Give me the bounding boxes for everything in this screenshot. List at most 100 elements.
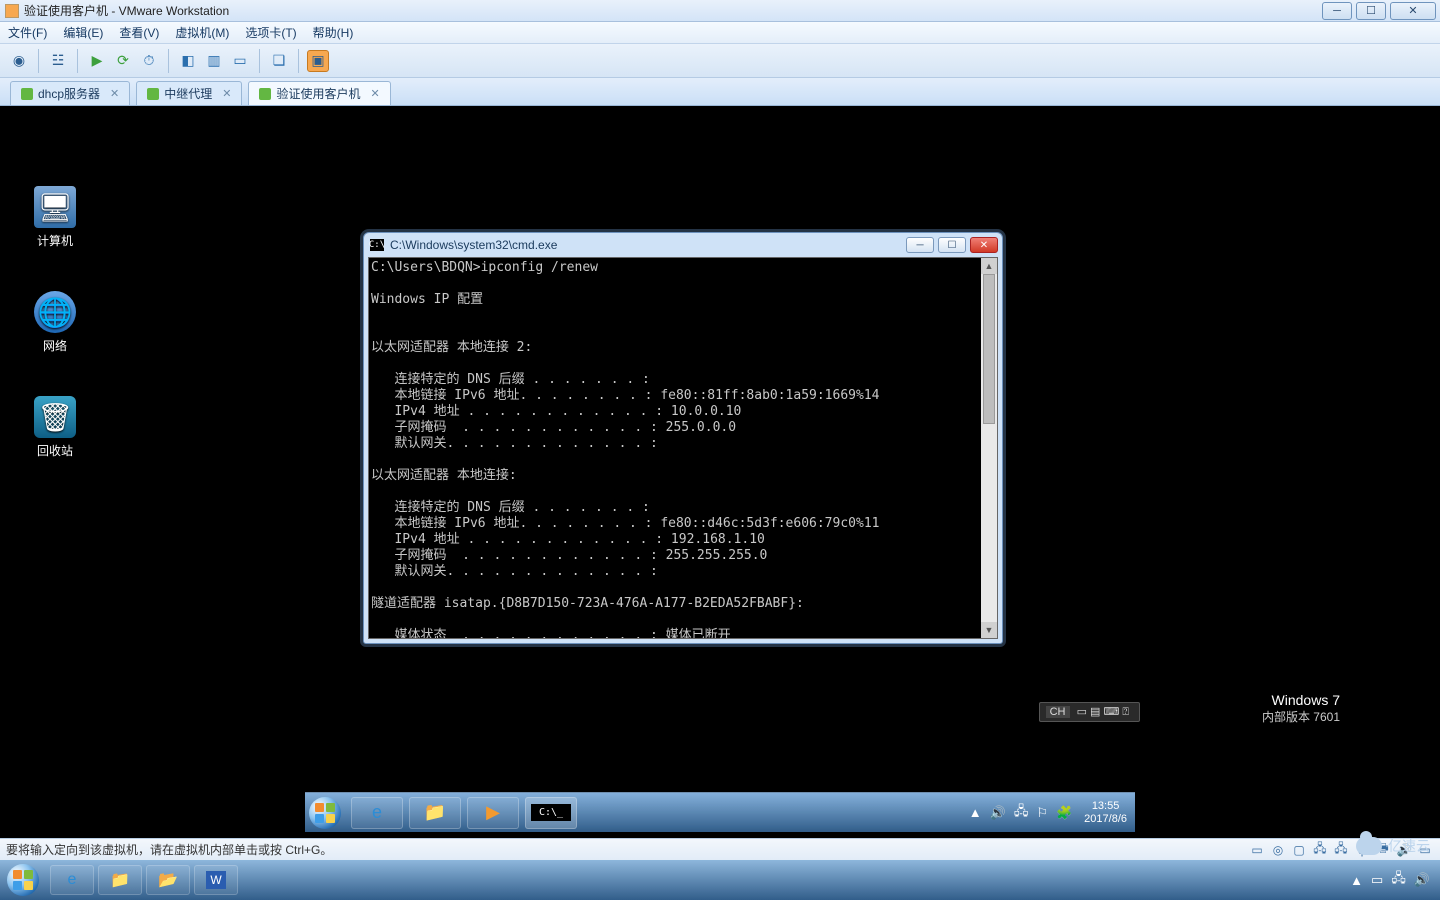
host-tray-network-icon[interactable]: 🖧 (1391, 869, 1406, 891)
vm-state-icon (147, 88, 159, 100)
cmd-close-button[interactable]: ✕ (970, 237, 998, 253)
device-floppy-icon[interactable]: ▢ (1290, 842, 1308, 858)
host-tray-up-icon[interactable]: ▲ (1350, 873, 1363, 888)
host-taskbar: e 📁 📂 W ▲ ▭ 🖧 🔊 (0, 860, 1440, 900)
tray-volume-icon[interactable]: 🔊 (990, 805, 1006, 821)
tb-snapshot-icon[interactable]: ⏱ (138, 50, 160, 72)
cmd-taskbar-icon: C:\_ (531, 804, 571, 821)
tb-layout3-icon[interactable]: ▭ (229, 50, 251, 72)
tab-label: dhcp服务器 (38, 85, 100, 102)
desktop-icon-network[interactable]: 🌐 网络 (20, 291, 90, 354)
taskbar-pin-explorer[interactable]: 📁 (409, 797, 461, 829)
tab-close-icon[interactable]: ✕ (110, 87, 119, 100)
network-icon: 🌐 (34, 291, 76, 333)
cmd-title-text: C:\Windows\system32\cmd.exe (390, 238, 557, 252)
host-start-button[interactable] (0, 864, 46, 896)
recycle-icon: 🗑 (34, 396, 76, 438)
cmd-icon: C:\ (370, 239, 384, 251)
tb-unity-icon[interactable]: ❏ (268, 50, 290, 72)
close-button[interactable]: ✕ (1390, 2, 1436, 20)
folder-open-icon: 📂 (158, 870, 178, 890)
clock-date: 2017/8/6 (1084, 813, 1127, 826)
maximize-button[interactable]: ☐ (1356, 2, 1386, 20)
guest-taskbar: e 📁 ▶ C:\_ ▲ 🔊 🖧 ⚐ 🧩 13:55 2017/8/6 (305, 792, 1135, 832)
host-tray-battery-icon[interactable]: ▭ (1371, 872, 1383, 888)
lang-code: CH (1046, 706, 1070, 718)
tb-power-icon[interactable]: ◉ (8, 50, 30, 72)
watermark-text: 亿速云 (1388, 836, 1430, 856)
tray-network-icon[interactable]: 🖧 (1014, 802, 1029, 824)
menu-vm[interactable]: 虚拟机(M) (175, 24, 229, 41)
scroll-up-icon[interactable]: ▲ (981, 258, 997, 274)
tb-layout2-icon[interactable]: ▥ (203, 50, 225, 72)
media-icon: ▶ (486, 802, 500, 823)
taskbar-item-cmd[interactable]: C:\_ (525, 797, 577, 829)
tab-verify-client[interactable]: 验证使用客户机 ✕ (248, 81, 390, 105)
tray-action-icon[interactable]: 🧩 (1056, 805, 1072, 821)
menu-file[interactable]: 文件(F) (8, 24, 47, 41)
menu-edit[interactable]: 编辑(E) (63, 24, 103, 41)
tab-label: 验证使用客户机 (276, 85, 360, 102)
host-pin-word[interactable]: W (194, 865, 238, 895)
device-net2-icon[interactable]: 🖧 (1332, 842, 1350, 858)
minimize-button[interactable]: ─ (1322, 2, 1352, 20)
host-titlebar: 验证使用客户机 - VMware Workstation ─ ☐ ✕ (0, 0, 1440, 22)
icon-label: 计算机 (20, 232, 90, 249)
host-pin-explorer[interactable]: 📁 (98, 865, 142, 895)
menu-view[interactable]: 查看(V) (119, 24, 159, 41)
tab-close-icon[interactable]: ✕ (371, 87, 380, 100)
menu-tabs[interactable]: 选项卡(T) (245, 24, 296, 41)
tab-dhcp-server[interactable]: dhcp服务器 ✕ (10, 81, 130, 105)
lang-icons: ▭ ▤ ⌨ ⍰ (1077, 706, 1129, 718)
guest-display[interactable]: 🖥 计算机 🌐 网络 🗑 回收站 C:\ C:\Windows\system32… (0, 106, 1440, 832)
device-hdd-icon[interactable]: ▭ (1248, 842, 1266, 858)
host-pin-folder[interactable]: 📂 (146, 865, 190, 895)
status-text: 要将输入定向到该虚拟机，请在虚拟机内部单击或按 Ctrl+G。 (6, 841, 332, 858)
scroll-down-icon[interactable]: ▼ (981, 622, 997, 638)
cmd-scrollbar[interactable]: ▲ ▼ (981, 258, 997, 638)
scroll-thumb[interactable] (983, 274, 995, 424)
desktop-icon-computer[interactable]: 🖥 计算机 (20, 186, 90, 249)
cmd-window-controls: ─ ☐ ✕ (902, 237, 1002, 253)
cmd-titlebar[interactable]: C:\ C:\Windows\system32\cmd.exe ─ ☐ ✕ (364, 233, 1002, 257)
vm-state-icon (259, 88, 271, 100)
tab-relay-agent[interactable]: 中继代理 ✕ (136, 81, 242, 105)
tb-restart-icon[interactable]: ⟳ (112, 50, 134, 72)
tray-flag-icon[interactable]: ⚐ (1036, 805, 1048, 821)
tb-play-icon[interactable]: ▶ (86, 50, 108, 72)
cmd-window[interactable]: C:\ C:\Windows\system32\cmd.exe ─ ☐ ✕ C:… (363, 232, 1003, 644)
computer-icon: 🖥 (34, 186, 76, 228)
device-cd-icon[interactable]: ◎ (1269, 842, 1287, 858)
tab-close-icon[interactable]: ✕ (222, 87, 231, 100)
folder-icon: 📁 (110, 870, 130, 890)
windows-orb-icon (309, 797, 341, 829)
cmd-minimize-button[interactable]: ─ (906, 237, 934, 253)
watermark-line: Windows 7 (1201, 692, 1340, 708)
guest-start-button[interactable] (305, 793, 345, 833)
vm-state-icon (21, 88, 33, 100)
host-tray-volume-icon[interactable]: 🔊 (1414, 872, 1430, 888)
host-title: 验证使用客户机 - VMware Workstation (24, 2, 229, 19)
desktop-icon-recycle[interactable]: 🗑 回收站 (20, 396, 90, 459)
word-icon: W (206, 871, 225, 889)
tb-library-icon[interactable]: ☳ (47, 50, 69, 72)
guest-clock[interactable]: 13:55 2017/8/6 (1084, 800, 1127, 826)
taskbar-pin-ie[interactable]: e (351, 797, 403, 829)
host-pin-ie[interactable]: e (50, 865, 94, 895)
tb-fullscreen-icon[interactable]: ▣ (307, 50, 329, 72)
tray-up-icon[interactable]: ▲ (969, 805, 982, 820)
taskbar-pin-media[interactable]: ▶ (467, 797, 519, 829)
device-net-icon[interactable]: 🖧 (1311, 842, 1329, 858)
ie-icon: e (372, 802, 382, 823)
cmd-output[interactable]: C:\Users\BDQN>ipconfig /renew Windows IP… (369, 258, 997, 638)
icon-label: 回收站 (20, 442, 90, 459)
host-statusbar: 要将输入定向到该虚拟机，请在虚拟机内部单击或按 Ctrl+G。 ▭ ◎ ▢ 🖧 … (0, 838, 1440, 860)
page-watermark: 亿速云 (1356, 836, 1430, 856)
folder-icon: 📁 (424, 802, 446, 823)
host-window-controls: ─ ☐ ✕ (1322, 2, 1440, 20)
tb-layout1-icon[interactable]: ◧ (177, 50, 199, 72)
cmd-maximize-button[interactable]: ☐ (938, 237, 966, 253)
guest-language-bar[interactable]: CH ▭ ▤ ⌨ ⍰ (1039, 702, 1140, 722)
guest-tray: ▲ 🔊 🖧 ⚐ 🧩 13:55 2017/8/6 (965, 800, 1135, 826)
menu-help[interactable]: 帮助(H) (313, 24, 354, 41)
